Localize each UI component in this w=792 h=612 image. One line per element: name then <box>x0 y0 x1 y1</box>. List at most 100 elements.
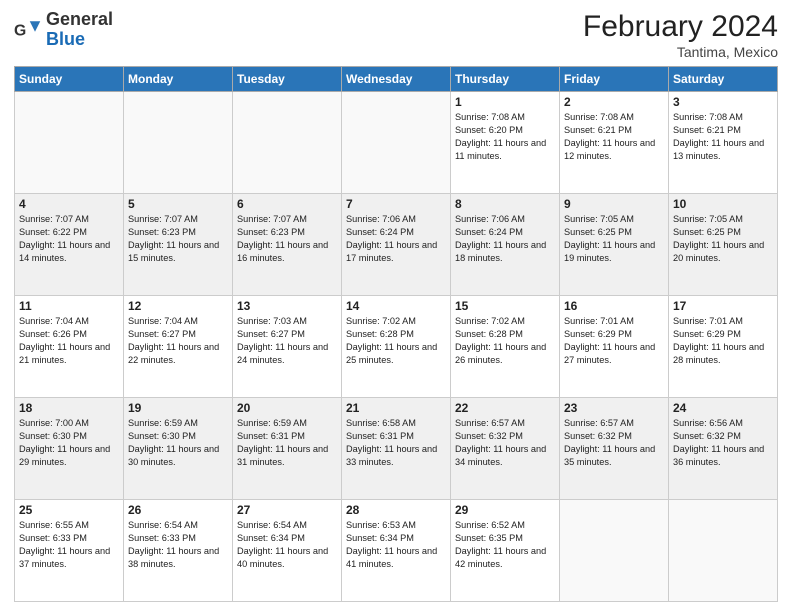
day-info: Sunrise: 7:02 AMSunset: 6:28 PMDaylight:… <box>455 315 555 367</box>
calendar-cell: 6 Sunrise: 7:07 AMSunset: 6:23 PMDaylight… <box>233 194 342 296</box>
calendar-cell <box>15 92 124 194</box>
calendar-cell: 27 Sunrise: 6:54 AMSunset: 6:34 PMDayligh… <box>233 500 342 602</box>
day-info: Sunrise: 7:03 AMSunset: 6:27 PMDaylight:… <box>237 315 337 367</box>
day-info: Sunrise: 6:59 AMSunset: 6:31 PMDaylight:… <box>237 417 337 469</box>
day-info: Sunrise: 7:08 AMSunset: 6:20 PMDaylight:… <box>455 111 555 163</box>
calendar-cell <box>669 500 778 602</box>
day-number: 22 <box>455 401 555 415</box>
calendar-cell: 17 Sunrise: 7:01 AMSunset: 6:29 PMDayligh… <box>669 296 778 398</box>
day-info: Sunrise: 7:07 AMSunset: 6:23 PMDaylight:… <box>237 213 337 265</box>
day-number: 17 <box>673 299 773 313</box>
calendar-cell: 25 Sunrise: 6:55 AMSunset: 6:33 PMDayligh… <box>15 500 124 602</box>
calendar-cell: 5Sunrise: 7:07 AMSunset: 6:23 PMDaylight… <box>124 194 233 296</box>
day-number: 8 <box>455 197 555 211</box>
calendar-cell: 1 Sunrise: 7:08 AMSunset: 6:20 PMDaylight… <box>451 92 560 194</box>
calendar-cell: 4Sunrise: 7:07 AMSunset: 6:22 PMDaylight… <box>15 194 124 296</box>
page-header: G General Blue February 2024 Tantima, Me… <box>14 10 778 60</box>
day-number: 16 <box>564 299 664 313</box>
col-header-wednesday: Wednesday <box>342 67 451 92</box>
day-number: 23 <box>564 401 664 415</box>
col-header-thursday: Thursday <box>451 67 560 92</box>
day-info: Sunrise: 7:05 AMSunset: 6:25 PMDaylight:… <box>673 213 773 265</box>
day-info: Sunrise: 7:04 AMSunset: 6:27 PMDaylight:… <box>128 315 228 367</box>
col-header-sunday: Sunday <box>15 67 124 92</box>
day-number: 29 <box>455 503 555 517</box>
day-info: Sunrise: 7:02 AMSunset: 6:28 PMDaylight:… <box>346 315 446 367</box>
calendar-cell: 20 Sunrise: 6:59 AMSunset: 6:31 PMDayligh… <box>233 398 342 500</box>
calendar-cell <box>342 92 451 194</box>
day-number: 27 <box>237 503 337 517</box>
calendar-cell: 12 Sunrise: 7:04 AMSunset: 6:27 PMDayligh… <box>124 296 233 398</box>
calendar-cell: 22 Sunrise: 6:57 AMSunset: 6:32 PMDayligh… <box>451 398 560 500</box>
calendar-week-row: 1 Sunrise: 7:08 AMSunset: 6:20 PMDaylight… <box>15 92 778 194</box>
calendar-cell: 28 Sunrise: 6:53 AMSunset: 6:34 PMDayligh… <box>342 500 451 602</box>
calendar-cell: 15 Sunrise: 7:02 AMSunset: 6:28 PMDayligh… <box>451 296 560 398</box>
day-info: Sunrise: 7:04 AMSunset: 6:26 PMDaylight:… <box>19 315 119 367</box>
day-number: 20 <box>237 401 337 415</box>
day-number: 4 <box>19 197 119 211</box>
day-number: 26 <box>128 503 228 517</box>
calendar-week-row: 11 Sunrise: 7:04 AMSunset: 6:26 PMDayligh… <box>15 296 778 398</box>
calendar-cell: 11 Sunrise: 7:04 AMSunset: 6:26 PMDayligh… <box>15 296 124 398</box>
day-number: 14 <box>346 299 446 313</box>
calendar-cell: 14 Sunrise: 7:02 AMSunset: 6:28 PMDayligh… <box>342 296 451 398</box>
col-header-saturday: Saturday <box>669 67 778 92</box>
logo-icon: G <box>14 16 42 44</box>
calendar-cell: 9Sunrise: 7:05 AMSunset: 6:25 PMDaylight… <box>560 194 669 296</box>
calendar-cell: 23 Sunrise: 6:57 AMSunset: 6:32 PMDayligh… <box>560 398 669 500</box>
svg-text:G: G <box>14 22 26 39</box>
day-info: Sunrise: 7:07 AMSunset: 6:23 PMDaylight:… <box>128 213 228 265</box>
calendar-cell: 19Sunrise: 6:59 AMSunset: 6:30 PMDayligh… <box>124 398 233 500</box>
calendar-cell: 2 Sunrise: 7:08 AMSunset: 6:21 PMDaylight… <box>560 92 669 194</box>
col-header-friday: Friday <box>560 67 669 92</box>
day-number: 2 <box>564 95 664 109</box>
calendar-cell: 21 Sunrise: 6:58 AMSunset: 6:31 PMDayligh… <box>342 398 451 500</box>
day-number: 9 <box>564 197 664 211</box>
day-number: 11 <box>19 299 119 313</box>
calendar-cell: 7 Sunrise: 7:06 AMSunset: 6:24 PMDaylight… <box>342 194 451 296</box>
day-number: 18 <box>19 401 119 415</box>
calendar-cell: 26Sunrise: 6:54 AMSunset: 6:33 PMDayligh… <box>124 500 233 602</box>
day-info: Sunrise: 6:57 AMSunset: 6:32 PMDaylight:… <box>455 417 555 469</box>
calendar-cell: 18Sunrise: 7:00 AMSunset: 6:30 PMDayligh… <box>15 398 124 500</box>
calendar-cell <box>560 500 669 602</box>
calendar-cell: 8 Sunrise: 7:06 AMSunset: 6:24 PMDaylight… <box>451 194 560 296</box>
day-number: 6 <box>237 197 337 211</box>
day-info: Sunrise: 6:54 AMSunset: 6:34 PMDaylight:… <box>237 519 337 571</box>
day-info: Sunrise: 7:06 AMSunset: 6:24 PMDaylight:… <box>455 213 555 265</box>
day-number: 7 <box>346 197 446 211</box>
day-info: Sunrise: 6:57 AMSunset: 6:32 PMDaylight:… <box>564 417 664 469</box>
calendar-week-row: 4Sunrise: 7:07 AMSunset: 6:22 PMDaylight… <box>15 194 778 296</box>
day-info: Sunrise: 6:55 AMSunset: 6:33 PMDaylight:… <box>19 519 119 571</box>
logo-blue: Blue <box>46 29 85 49</box>
day-number: 12 <box>128 299 228 313</box>
day-number: 1 <box>455 95 555 109</box>
day-number: 21 <box>346 401 446 415</box>
calendar-table: SundayMondayTuesdayWednesdayThursdayFrid… <box>14 66 778 602</box>
col-header-tuesday: Tuesday <box>233 67 342 92</box>
day-info: Sunrise: 6:56 AMSunset: 6:32 PMDaylight:… <box>673 417 773 469</box>
day-number: 25 <box>19 503 119 517</box>
calendar-cell: 10Sunrise: 7:05 AMSunset: 6:25 PMDayligh… <box>669 194 778 296</box>
calendar-cell: 24 Sunrise: 6:56 AMSunset: 6:32 PMDayligh… <box>669 398 778 500</box>
day-info: Sunrise: 7:01 AMSunset: 6:29 PMDaylight:… <box>673 315 773 367</box>
day-info: Sunrise: 7:06 AMSunset: 6:24 PMDaylight:… <box>346 213 446 265</box>
calendar-cell: 3Sunrise: 7:08 AMSunset: 6:21 PMDaylight… <box>669 92 778 194</box>
calendar-cell <box>233 92 342 194</box>
day-info: Sunrise: 7:01 AMSunset: 6:29 PMDaylight:… <box>564 315 664 367</box>
day-number: 24 <box>673 401 773 415</box>
day-number: 15 <box>455 299 555 313</box>
day-number: 28 <box>346 503 446 517</box>
day-number: 13 <box>237 299 337 313</box>
calendar-header-row: SundayMondayTuesdayWednesdayThursdayFrid… <box>15 67 778 92</box>
logo: G General Blue <box>14 10 113 50</box>
calendar-week-row: 25 Sunrise: 6:55 AMSunset: 6:33 PMDayligh… <box>15 500 778 602</box>
day-info: Sunrise: 7:08 AMSunset: 6:21 PMDaylight:… <box>564 111 664 163</box>
day-info: Sunrise: 6:58 AMSunset: 6:31 PMDaylight:… <box>346 417 446 469</box>
day-info: Sunrise: 7:08 AMSunset: 6:21 PMDaylight:… <box>673 111 773 163</box>
day-info: Sunrise: 6:53 AMSunset: 6:34 PMDaylight:… <box>346 519 446 571</box>
month-year: February 2024 <box>583 10 778 44</box>
calendar-cell: 13 Sunrise: 7:03 AMSunset: 6:27 PMDayligh… <box>233 296 342 398</box>
calendar-cell: 29Sunrise: 6:52 AMSunset: 6:35 PMDayligh… <box>451 500 560 602</box>
day-number: 19 <box>128 401 228 415</box>
